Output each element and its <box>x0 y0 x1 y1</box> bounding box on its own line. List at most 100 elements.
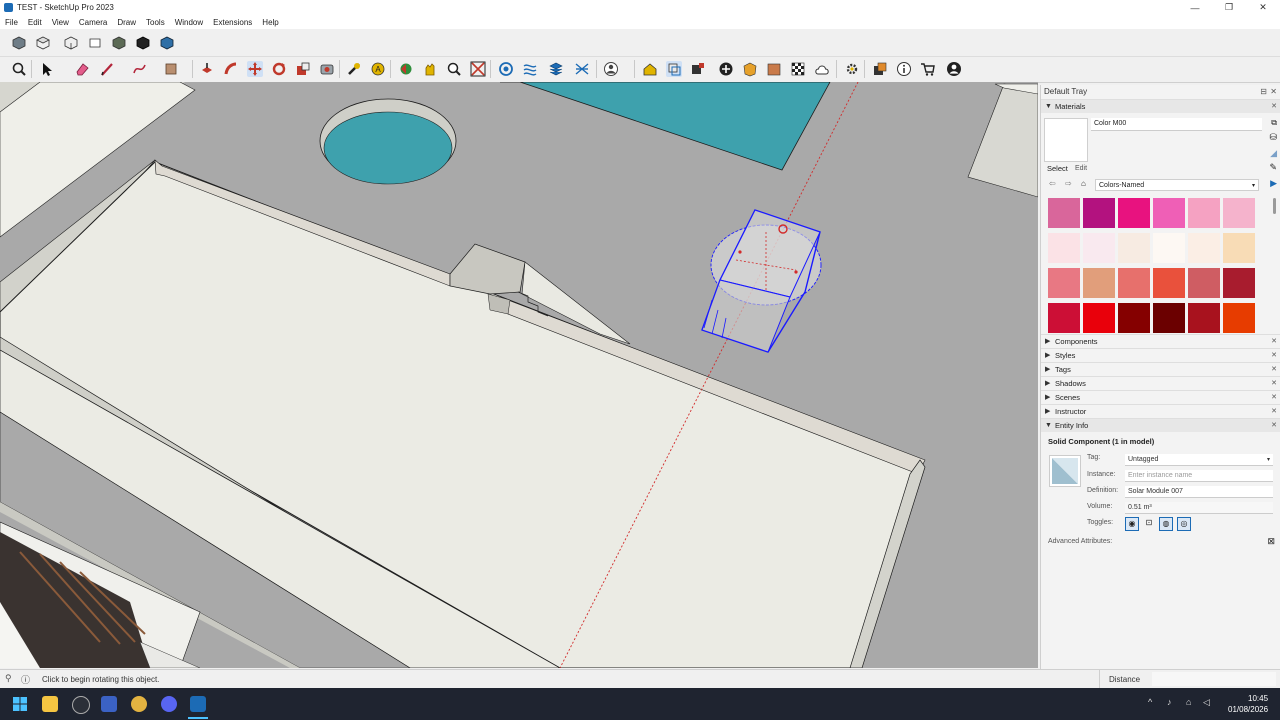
material-swatch[interactable] <box>1048 198 1080 228</box>
material-name-field[interactable]: Color M00 <box>1091 118 1262 131</box>
minimize-button[interactable]: — <box>1178 0 1212 15</box>
material-swatch[interactable] <box>1118 268 1150 298</box>
info-status-icon[interactable]: ⓘ <box>21 673 30 686</box>
panel-close-icon[interactable]: ✕ <box>1271 419 1277 432</box>
orbit-tool-icon[interactable] <box>398 61 414 77</box>
paint-bucket-icon[interactable] <box>163 61 179 77</box>
extension-manager-icon[interactable] <box>872 61 888 77</box>
material-swatch[interactable] <box>1188 268 1220 298</box>
scenes-panel-header[interactable]: ▶ Scenes ✕ <box>1041 390 1280 404</box>
menu-window[interactable]: Window <box>170 18 208 27</box>
push-pull-icon[interactable] <box>199 61 215 77</box>
text-tool-icon[interactable]: A <box>370 61 386 77</box>
attributes-lock-icon[interactable]: ⊠ <box>1267 536 1275 547</box>
chrome-icon[interactable] <box>131 696 147 712</box>
model-canvas[interactable] <box>0 82 1038 668</box>
tab-edit[interactable]: Edit <box>1075 165 1087 172</box>
cart-icon[interactable] <box>920 61 936 77</box>
visibility-eye-icon[interactable]: ◉ <box>1125 517 1139 531</box>
gear-icon[interactable] <box>844 61 860 77</box>
lock-icon[interactable]: ⊡ <box>1143 517 1155 529</box>
material-swatch[interactable] <box>1083 198 1115 228</box>
instructor-panel-header[interactable]: ▶ Instructor ✕ <box>1041 404 1280 418</box>
file-explorer-icon[interactable] <box>42 696 58 712</box>
chevron-up-icon[interactable]: ^ <box>1148 697 1152 707</box>
info-icon[interactable] <box>896 61 912 77</box>
checker-icon[interactable] <box>790 61 806 77</box>
panel-close-icon[interactable]: ✕ <box>1271 100 1277 113</box>
menu-view[interactable]: View <box>47 18 74 27</box>
geo-location-icon[interactable] <box>742 61 758 77</box>
create-material-icon[interactable]: ⛁ <box>1269 132 1277 143</box>
material-swatch[interactable] <box>1188 198 1220 228</box>
entity-info-panel-header[interactable]: ▼ Entity Info ✕ <box>1041 418 1280 432</box>
panel-close-icon[interactable]: ✕ <box>1271 363 1277 376</box>
top-view-icon[interactable] <box>35 35 51 51</box>
panel-close-icon[interactable]: ✕ <box>1271 391 1277 404</box>
materials-panel-header[interactable]: ▼ Materials ✕ <box>1041 99 1280 113</box>
profile-icon[interactable] <box>946 61 962 77</box>
collection-dropdown[interactable]: Colors-Named ▾ <box>1095 179 1259 191</box>
geo-status-icon[interactable]: ⚲ <box>5 673 12 684</box>
clock-time[interactable]: 10:45 <box>1248 694 1268 703</box>
menu-extensions[interactable]: Extensions <box>208 18 257 27</box>
material-swatch[interactable] <box>1188 303 1220 333</box>
menu-camera[interactable]: Camera <box>74 18 112 27</box>
volume-icon[interactable]: ◁ <box>1203 697 1210 708</box>
material-swatch[interactable] <box>1118 198 1150 228</box>
rotate-tool-icon[interactable] <box>271 61 287 77</box>
left-view-icon[interactable] <box>135 35 151 51</box>
select-tool-icon[interactable] <box>38 61 54 77</box>
material-swatch[interactable] <box>1118 233 1150 263</box>
sandbox-icon[interactable] <box>522 61 538 77</box>
menu-help[interactable]: Help <box>257 18 283 27</box>
zoom-extents-icon[interactable] <box>470 61 486 77</box>
menu-tools[interactable]: Tools <box>141 18 170 27</box>
openai-app-icon[interactable] <box>72 696 90 714</box>
store-app-icon[interactable] <box>101 696 117 712</box>
windows-start-icon[interactable] <box>13 697 27 711</box>
material-swatch[interactable] <box>1153 303 1185 333</box>
swatch-scrollbar[interactable] <box>1273 198 1276 214</box>
shadows-panel-header[interactable]: ▶ Shadows ✕ <box>1041 376 1280 390</box>
cloud-icon[interactable] <box>814 61 830 77</box>
material-swatch[interactable] <box>1083 303 1115 333</box>
scale-tool-icon[interactable] <box>295 61 311 77</box>
instance-name-input[interactable]: Enter instance name <box>1125 470 1273 482</box>
account-icon[interactable] <box>603 61 619 77</box>
material-swatch[interactable] <box>1223 233 1255 263</box>
dynamic-components-icon[interactable] <box>690 61 706 77</box>
offset-tool-icon[interactable] <box>319 61 335 77</box>
zoom-tool-icon[interactable] <box>446 61 462 77</box>
material-swatch[interactable] <box>1223 303 1255 333</box>
right-view-icon[interactable] <box>87 35 103 51</box>
home-icon[interactable]: ⌂ <box>1081 179 1086 188</box>
measurements-input[interactable] <box>1152 672 1276 686</box>
material-swatch[interactable] <box>1048 303 1080 333</box>
line-tool-icon[interactable] <box>99 61 115 77</box>
material-swatch[interactable] <box>1153 268 1185 298</box>
tags-panel-header[interactable]: ▶ Tags ✕ <box>1041 362 1280 376</box>
clock-date[interactable]: 01/08/2026 <box>1228 705 1268 714</box>
material-swatch[interactable] <box>1083 268 1115 298</box>
receive-shadows-icon[interactable]: ◍ <box>1159 517 1173 531</box>
layers-icon[interactable] <box>548 61 564 77</box>
material-swatch[interactable] <box>1223 268 1255 298</box>
material-swatch[interactable] <box>1188 233 1220 263</box>
model-viewport[interactable] <box>0 82 1038 668</box>
material-swatch[interactable] <box>1153 233 1185 263</box>
components-icon[interactable] <box>666 61 682 77</box>
cast-shadows-icon[interactable]: ◎ <box>1177 517 1191 531</box>
panel-close-icon[interactable]: ✕ <box>1271 335 1277 348</box>
freehand-tool-icon[interactable] <box>131 61 147 77</box>
photo-textures-icon[interactable] <box>766 61 782 77</box>
material-swatch[interactable] <box>1223 198 1255 228</box>
pin-icon[interactable]: ⊟ <box>1260 85 1267 99</box>
tag-dropdown[interactable]: Untagged ▾ <box>1125 454 1273 466</box>
material-swatch[interactable] <box>1048 268 1080 298</box>
back-view-icon[interactable] <box>111 35 127 51</box>
search-icon[interactable] <box>11 61 27 77</box>
forward-arrow-icon[interactable]: ⇨ <box>1065 179 1072 188</box>
follow-me-icon[interactable] <box>223 61 239 77</box>
material-sample-icon[interactable]: ⧉ <box>1271 118 1277 128</box>
